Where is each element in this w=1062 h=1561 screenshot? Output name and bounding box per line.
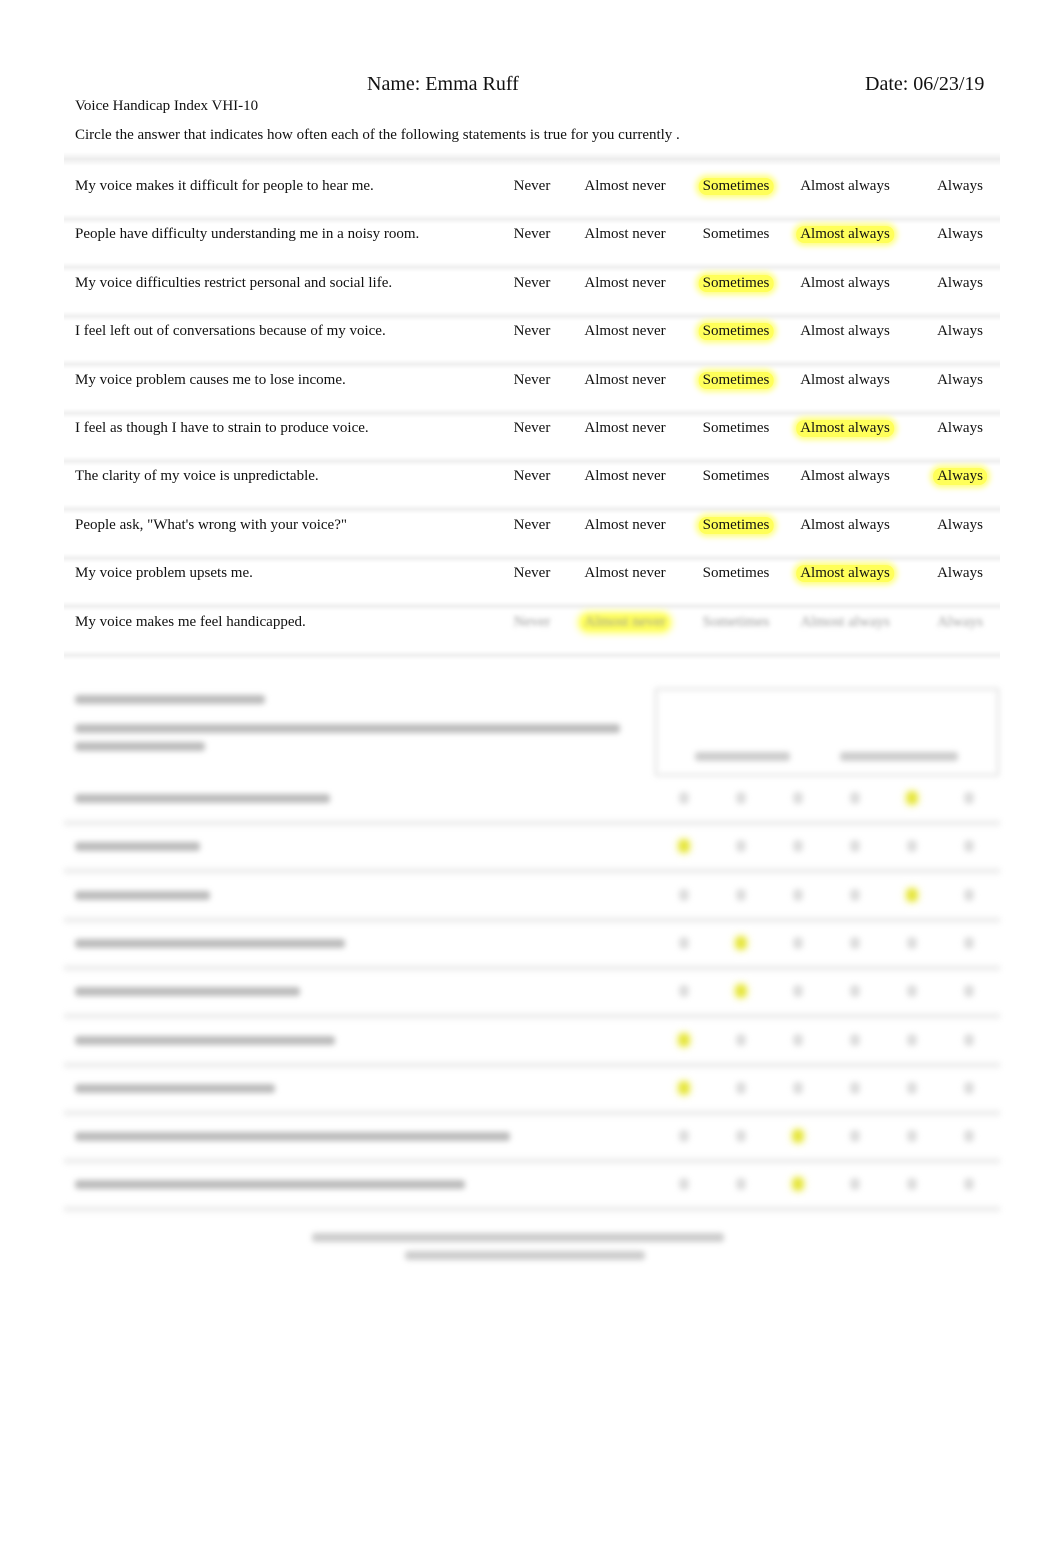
blurred-content: [64, 868, 1000, 875]
rating-mark: [850, 1130, 860, 1143]
rating-mark: [964, 888, 974, 901]
rating-mark: [850, 1178, 860, 1191]
blurred-content: [75, 695, 265, 704]
rating-mark: [850, 1081, 860, 1094]
rating-mark: [964, 936, 974, 949]
rating-mark: [793, 888, 803, 901]
rating-mark: [736, 1178, 746, 1191]
blurred-content: [75, 987, 300, 997]
rating-mark: [736, 888, 746, 901]
rating-mark: [736, 1130, 746, 1143]
rating-mark: [793, 792, 803, 804]
blurred-content: [655, 688, 999, 776]
rating-mark: [679, 1081, 689, 1094]
blurred-content: [312, 1233, 724, 1242]
rating-mark: [679, 936, 689, 949]
rating-mark: [907, 1081, 917, 1094]
rating-mark: [964, 985, 974, 998]
rating-mark: [907, 792, 917, 804]
rating-mark: [850, 936, 860, 949]
rating-mark: [850, 1033, 860, 1046]
blurred-content: [64, 820, 1000, 826]
blurred-content: [840, 752, 958, 761]
rating-mark: [679, 1033, 689, 1046]
rating-mark: [907, 1130, 917, 1143]
rating-mark: [793, 1033, 803, 1046]
blurred-content: [75, 938, 345, 948]
rating-mark: [736, 985, 746, 998]
rating-mark: [736, 840, 746, 853]
rating-mark: [850, 888, 860, 901]
blurred-content: [75, 724, 620, 733]
blurred-content: [75, 1035, 335, 1045]
rating-mark: [850, 840, 860, 853]
rating-mark: [736, 936, 746, 949]
rating-mark: [736, 1081, 746, 1094]
rating-mark: [679, 792, 689, 804]
rating-mark: [964, 792, 974, 804]
rating-mark: [736, 792, 746, 804]
rating-mark: [964, 1081, 974, 1094]
blurred-content: [64, 1061, 1000, 1068]
rating-mark: [964, 1178, 974, 1191]
rating-mark: [793, 1178, 803, 1191]
rating-mark: [964, 840, 974, 853]
blurred-content: [75, 1083, 275, 1093]
rating-mark: [964, 1130, 974, 1143]
blurred-content: [75, 794, 330, 803]
rating-mark: [850, 792, 860, 804]
rating-mark: [679, 888, 689, 901]
blurred-content: [75, 1132, 510, 1142]
rating-mark: [907, 888, 917, 901]
blurred-content: [64, 1158, 1000, 1165]
blurred-content: [64, 916, 1000, 923]
rating-mark: [907, 840, 917, 853]
rating-mark: [850, 985, 860, 998]
blurred-content: [64, 1109, 1000, 1116]
blurred-content: [405, 1251, 645, 1260]
blurred-content: [75, 1180, 465, 1190]
rating-mark: [679, 840, 689, 853]
blurred-content: [75, 742, 205, 751]
blurred-content: [75, 890, 210, 900]
rating-mark: [793, 936, 803, 949]
rating-mark: [736, 1033, 746, 1046]
rating-mark: [793, 1081, 803, 1094]
rating-mark: [907, 1033, 917, 1046]
rating-mark: [793, 985, 803, 998]
rating-mark: [907, 936, 917, 949]
blurred-content: [0, 0, 1062, 1300]
rating-mark: [964, 1033, 974, 1046]
rating-mark: [907, 985, 917, 998]
document-page: Name: Emma Ruff Date: 06/23/19 Voice Han…: [0, 0, 1062, 1561]
blurred-content: [64, 1013, 1000, 1020]
rating-mark: [679, 1130, 689, 1143]
rating-mark: [907, 1178, 917, 1191]
rating-mark: [793, 1130, 803, 1143]
blurred-content: [695, 752, 790, 761]
rating-mark: [679, 985, 689, 998]
rating-mark: [679, 1178, 689, 1191]
blurred-content: [64, 1206, 1000, 1213]
blurred-content: [75, 842, 200, 852]
rating-mark: [793, 840, 803, 853]
blurred-content: [64, 964, 1000, 971]
